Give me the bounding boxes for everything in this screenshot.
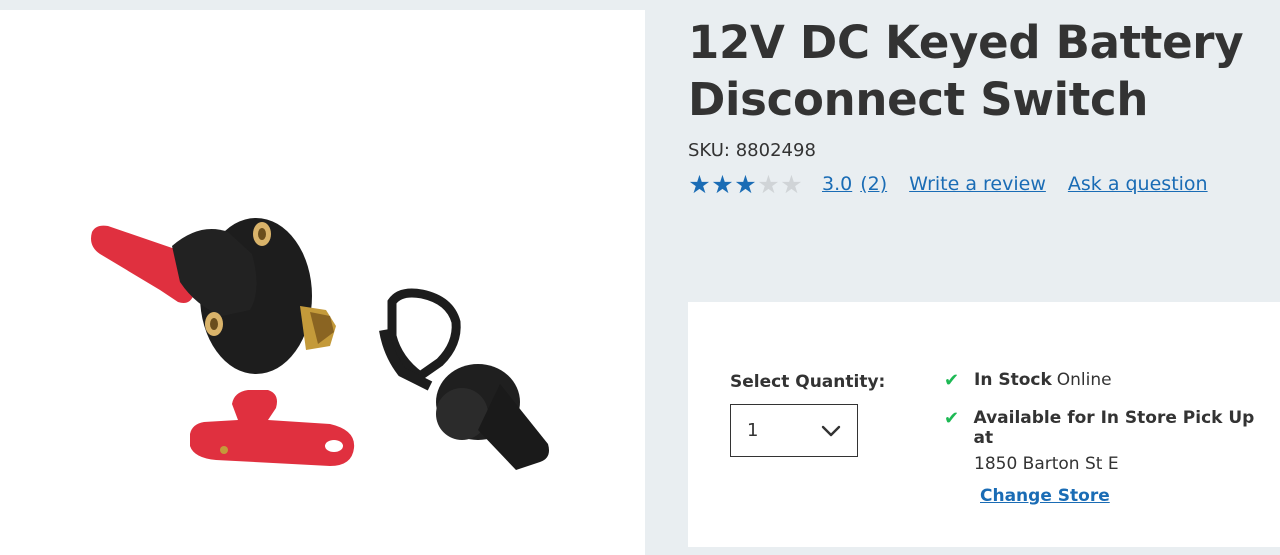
quantity-value: 1: [747, 420, 759, 441]
review-count-link[interactable]: (2): [860, 173, 887, 195]
star-empty-icon: ★: [780, 169, 803, 199]
write-review-link[interactable]: Write a review: [909, 173, 1046, 195]
purchase-box: Select Quantity: 1 ✔ In Stock Online ✔ Av…: [688, 302, 1280, 547]
star-filled-icon: ★: [734, 169, 757, 199]
quantity-select[interactable]: 1: [730, 404, 858, 457]
star-rating[interactable]: ★ ★ ★ ★ ★: [688, 172, 822, 197]
rating-value-link[interactable]: 3.0: [822, 173, 852, 195]
ask-question-link[interactable]: Ask a question: [1068, 173, 1208, 195]
product-image-panel[interactable]: [0, 10, 645, 555]
pickup-line: ✔ Available for In Store Pick Up at: [944, 408, 1280, 448]
quantity-label: Select Quantity:: [730, 372, 886, 392]
change-store-link[interactable]: Change Store: [980, 486, 1110, 506]
store-address: 1850 Barton St E: [974, 454, 1119, 474]
sku-label: SKU:: [688, 140, 730, 161]
online-stock-line: ✔ In Stock Online: [944, 370, 1280, 408]
check-icon: ✔: [944, 370, 960, 391]
stock-status: ✔ In Stock Online ✔ Available for In Stor…: [944, 370, 1280, 506]
rating-row: ★ ★ ★ ★ ★ 3.0 (2) Write a review Ask a q…: [688, 171, 1280, 197]
product-info: 12V DC Keyed Battery Disconnect Switch S…: [688, 14, 1280, 197]
pickup-status: Available for In Store Pick Up at: [973, 408, 1255, 448]
online-stock-channel: Online: [1056, 370, 1112, 390]
check-icon: ✔: [944, 408, 960, 429]
star-filled-icon: ★: [688, 169, 711, 199]
online-stock-status: In Stock: [974, 370, 1052, 390]
chevron-down-icon: [821, 425, 841, 436]
star-empty-icon: ★: [757, 169, 780, 199]
product-title: 12V DC Keyed Battery Disconnect Switch: [688, 16, 1244, 126]
sku-line: SKU: 8802498: [688, 140, 1280, 161]
star-filled-icon: ★: [711, 169, 734, 199]
sku-value: 8802498: [735, 140, 816, 161]
product-image: [91, 218, 549, 470]
